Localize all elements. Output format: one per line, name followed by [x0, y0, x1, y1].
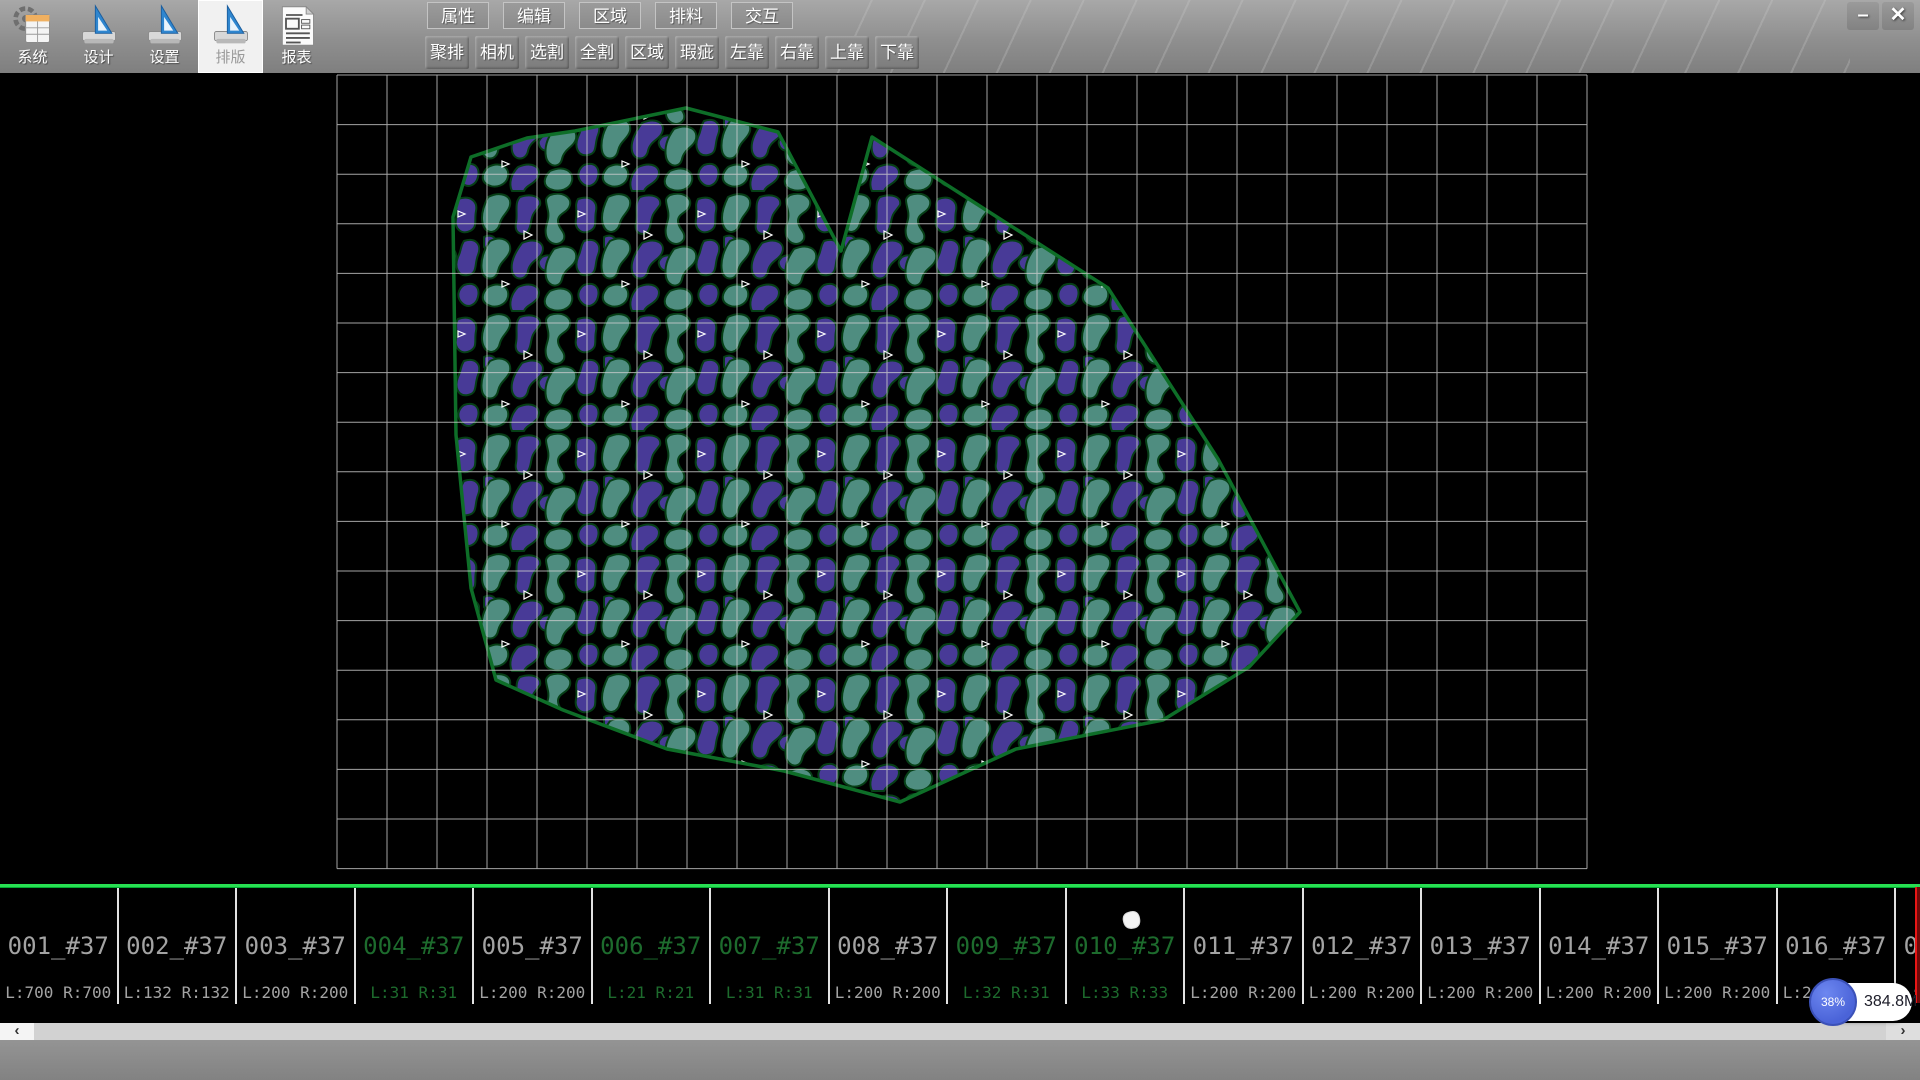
- piece-id-label: 007_#37: [711, 932, 828, 960]
- piece-id-label: 014_#37: [1541, 932, 1658, 960]
- thumbnail-cell-010_#37[interactable]: 010_#37 L:33 R:33: [1067, 888, 1186, 1004]
- ruler-icon: [209, 3, 253, 49]
- mode-button-design[interactable]: 设计: [66, 0, 131, 73]
- mode-label: 系统: [0, 49, 65, 67]
- thumbnail-cell-013_#37[interactable]: 013_#37 L:200 R:200: [1422, 888, 1541, 1004]
- scroll-left-button[interactable]: ‹: [0, 1023, 34, 1040]
- mode-button-settings[interactable]: 设置: [132, 0, 197, 73]
- minimize-button[interactable]: –: [1847, 2, 1879, 30]
- nesting-canvas-svg: [0, 73, 1920, 884]
- piece-id-label: 011_#37: [1185, 932, 1302, 960]
- thumbnail-cell-006_#37[interactable]: 006_#37 L:21 R:21: [593, 888, 712, 1004]
- mode-button-nesting[interactable]: 排版: [198, 0, 263, 73]
- piece-id-label: 010_#37: [1067, 932, 1184, 960]
- tool-cut-all[interactable]: 全割: [575, 36, 619, 69]
- tool-region[interactable]: 区域: [625, 36, 669, 69]
- piece-id-label: 003_#37: [237, 932, 354, 960]
- piece-id-label: 015_#37: [1659, 932, 1776, 960]
- thumbnail-strip: 001_#37L:700 R:700002_#37L:132 R:132003_…: [0, 887, 1920, 1004]
- tool-snap-left[interactable]: 左靠: [725, 36, 769, 69]
- mode-label: 报表: [264, 49, 329, 67]
- piece-id-label: 009_#37: [948, 932, 1065, 960]
- system-icon: [11, 3, 55, 49]
- piece-lr-count: L:31 R:31: [711, 983, 828, 1002]
- tool-snap-bottom[interactable]: 下靠: [875, 36, 919, 69]
- piece-lr-count: L:200 R:200: [1185, 983, 1302, 1002]
- thumbnail-cell-001_#37[interactable]: 001_#37 L:700 R:700: [0, 888, 119, 1004]
- ruler-icon: [77, 3, 121, 49]
- piece-id-label: 016_#37: [1778, 932, 1895, 960]
- mode-button-report[interactable]: 报表: [264, 0, 329, 73]
- close-button[interactable]: ✕: [1882, 2, 1914, 30]
- piece-lr-count: L:31 R:31: [356, 983, 473, 1002]
- menu-edit[interactable]: 编辑: [503, 2, 565, 29]
- ruler-icon: [143, 3, 187, 49]
- scroll-right-button[interactable]: ›: [1886, 1023, 1920, 1040]
- piece-lr-count: L:200 R:200: [1659, 983, 1776, 1002]
- piece-lr-count: L:200 R:200: [474, 983, 591, 1002]
- thumbnail-cell-011_#37[interactable]: 011_#37 L:200 R:200: [1185, 888, 1304, 1004]
- piece-id-label: 005_#37: [474, 932, 591, 960]
- mode-button-system[interactable]: 系统: [0, 0, 65, 73]
- piece-lr-count: L:200 R:200: [1422, 983, 1539, 1002]
- piece-id-label: 008_#37: [830, 932, 947, 960]
- piece-lr-count: L:33 R:33: [1067, 983, 1184, 1002]
- thumbnail-cell-014_#37[interactable]: 014_#37 L:200 R:200: [1541, 888, 1660, 1004]
- piece-lr-count: L:200 R:200: [1541, 983, 1658, 1002]
- piece-lr-count: L:200 R:200: [830, 983, 947, 1002]
- thumbnail-cell-005_#37[interactable]: 005_#37 L:200 R:200: [474, 888, 593, 1004]
- piece-lr-count: L:32 R:31: [948, 983, 1065, 1002]
- mode-label: 设计: [66, 49, 131, 67]
- nesting-canvas[interactable]: [0, 73, 1920, 884]
- piece-id-label: 012_#37: [1304, 932, 1421, 960]
- ribbon-texture: [820, 0, 1850, 73]
- menu-nest[interactable]: 排料: [655, 2, 717, 29]
- piece-lr-count: L:200 R:200: [1304, 983, 1421, 1002]
- memory-size-label: 384.8M: [1864, 983, 1917, 1021]
- thumbnail-cell-012_#37[interactable]: 012_#37 L:200 R:200: [1304, 888, 1423, 1004]
- tool-select-cut[interactable]: 选割: [525, 36, 569, 69]
- horizontal-scrollbar[interactable]: ‹ ›: [0, 1023, 1920, 1040]
- piece-lr-count: L:21 R:21: [593, 983, 710, 1002]
- thumbnail-cell-007_#37[interactable]: 007_#37 L:31 R:31: [711, 888, 830, 1004]
- ribbon-toolbar: 系统设计设置排版报表 属性编辑区域排料交互 聚排相机选割全割区域瑕疵左靠右靠上靠…: [0, 0, 1920, 73]
- piece-id-label: 001_#37: [0, 932, 117, 960]
- thumbnail-cell-003_#37[interactable]: 003_#37 L:200 R:200: [237, 888, 356, 1004]
- piece-lr-count: L:132 R:132: [119, 983, 236, 1002]
- tool-cluster-nest[interactable]: 聚排: [425, 36, 469, 69]
- thumbnail-cell-015_#37[interactable]: 015_#37 L:200 R:200: [1659, 888, 1778, 1004]
- piece-lr-count: L:700 R:700: [0, 983, 117, 1002]
- menu-properties[interactable]: 属性: [427, 2, 489, 29]
- memory-badge: 38% 384.8M: [1812, 983, 1912, 1021]
- tool-camera[interactable]: 相机: [475, 36, 519, 69]
- tool-snap-top[interactable]: 上靠: [825, 36, 869, 69]
- report-icon: [275, 3, 319, 49]
- piece-id-label: 013_#37: [1422, 932, 1539, 960]
- status-bar: [0, 1040, 1920, 1080]
- mode-label: 设置: [132, 49, 197, 67]
- menu-interact[interactable]: 交互: [731, 2, 793, 29]
- app-window: 系统设计设置排版报表 属性编辑区域排料交互 聚排相机选割全割区域瑕疵左靠右靠上靠…: [0, 0, 1920, 1080]
- menu-region[interactable]: 区域: [579, 2, 641, 29]
- mode-label: 排版: [198, 49, 263, 67]
- tool-defect[interactable]: 瑕疵: [675, 36, 719, 69]
- thumbnail-cell-004_#37[interactable]: 004_#37 L:31 R:31: [356, 888, 475, 1004]
- thumbnail-cell-008_#37[interactable]: 008_#37 L:200 R:200: [830, 888, 949, 1004]
- piece-id-label: 006_#37: [593, 932, 710, 960]
- window-controls: –✕: [1844, 2, 1914, 32]
- piece-lr-count: L:200 R:200: [237, 983, 354, 1002]
- memory-percent-badge: 38%: [1809, 978, 1857, 1026]
- piece-id-label: 002_#37: [119, 932, 236, 960]
- piece-id-label: 004_#37: [356, 932, 473, 960]
- thumbnail-cell-009_#37[interactable]: 009_#37 L:32 R:31: [948, 888, 1067, 1004]
- tool-snap-right[interactable]: 右靠: [775, 36, 819, 69]
- thumbnail-cell-002_#37[interactable]: 002_#37 L:132 R:132: [119, 888, 238, 1004]
